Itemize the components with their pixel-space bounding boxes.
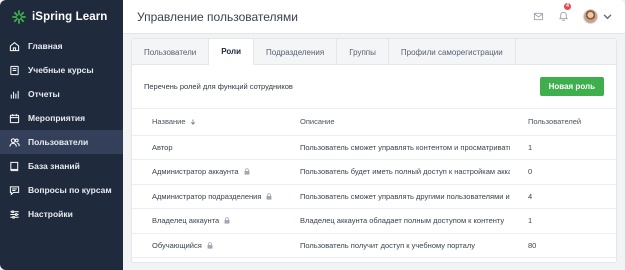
role-description: Владелец аккаунта обладает полным доступ… <box>282 208 510 234</box>
avatar <box>583 9 598 24</box>
tab-groups[interactable]: Группы <box>337 39 389 65</box>
bar-chart-icon <box>10 90 19 99</box>
sidebar-item-home[interactable]: Главная <box>0 34 123 58</box>
ispring-logo-icon <box>12 10 26 24</box>
tab-bar: Пользователи Роли Подразделения Группы П… <box>132 39 616 65</box>
lock-icon <box>207 242 213 249</box>
sidebar-item-reports[interactable]: Отчеты <box>0 82 123 106</box>
mail-icon[interactable] <box>533 11 544 22</box>
column-header-name[interactable]: Название <box>132 109 282 136</box>
role-description-text: Владелец аккаунта обладает полным доступ… <box>300 216 505 226</box>
sidebar-item-course-questions[interactable]: Вопросы по курсам <box>0 178 123 202</box>
tab-roles[interactable]: Роли <box>209 39 255 65</box>
chevron-down-icon <box>603 14 612 20</box>
column-header-label: Название <box>152 117 186 127</box>
role-description-text: Пользователь получит доступ к учебному п… <box>300 240 475 250</box>
role-name: Обучающийся <box>132 233 282 258</box>
chat-icon <box>9 185 20 195</box>
brand-name: iSpring Learn <box>32 11 108 23</box>
top-bar-actions: 4 <box>533 2 613 26</box>
table-row[interactable]: Обучающийся Пользователь получит доступ … <box>132 233 616 258</box>
role-description: Пользователь будет иметь полный доступ к… <box>282 159 510 185</box>
users-icon <box>9 137 20 147</box>
role-description-text: Пользователь сможет управлять контентом … <box>300 142 510 152</box>
role-description: Пользователь получит доступ к учебному п… <box>282 233 510 258</box>
role-name: Владелец аккаунта <box>132 208 282 234</box>
role-name-text: Автор <box>152 142 173 152</box>
page-title: Управление пользователями <box>137 9 298 24</box>
sidebar-item-knowledge-base[interactable]: База знаний <box>0 154 123 178</box>
top-bar: Управление пользователями 4 <box>123 0 625 34</box>
table-header-row: Название Описание Пользователей <box>132 109 616 136</box>
role-user-count: 1 <box>510 208 616 234</box>
sidebar-item-label: Мероприятия <box>28 113 86 123</box>
table-row[interactable]: Администратор аккаунта Пользователь буде… <box>132 159 616 185</box>
book-icon <box>10 65 19 75</box>
new-role-button[interactable]: Новая роль <box>539 77 604 96</box>
role-user-count: 1 <box>510 135 616 160</box>
sidebar-item-label: Вопросы по курсам <box>28 185 112 195</box>
role-name-text: Обучающийся <box>152 240 202 250</box>
role-description: Пользователь сможет управлять другими по… <box>282 184 510 209</box>
role-description: Пользователь сможет управлять контентом … <box>282 135 510 160</box>
home-icon <box>9 41 20 51</box>
tab-label: Пользователи <box>144 47 197 57</box>
sliders-icon <box>10 209 19 219</box>
sidebar-item-label: База знаний <box>28 161 80 171</box>
sidebar-nav: Главная Учебные курсы Отчеты Мероприятия… <box>0 34 123 226</box>
sidebar-item-label: Пользователи <box>28 137 89 147</box>
role-description-text: Пользователь сможет управлять другими по… <box>300 191 510 201</box>
roles-description: Перечень ролей для функций сотрудников <box>144 82 293 91</box>
sidebar: iSpring Learn Главная Учебные курсы Отче… <box>0 0 123 270</box>
column-header-description: Описание <box>282 109 510 136</box>
role-name: Администратор подразделения <box>132 184 282 209</box>
notifications-button[interactable]: 4 <box>558 2 571 26</box>
tab-label: Группы <box>349 47 376 57</box>
sidebar-item-events[interactable]: Мероприятия <box>0 106 123 130</box>
sidebar-item-settings[interactable]: Настройки <box>0 202 123 226</box>
table-row[interactable]: Автор Пользователь сможет управлять конт… <box>132 135 616 160</box>
role-name-text: Администратор аккаунта <box>152 167 239 177</box>
column-header-label: Пользователей <box>528 117 582 127</box>
tab-users[interactable]: Пользователи <box>132 39 210 65</box>
user-menu[interactable] <box>583 9 613 24</box>
calendar-icon <box>9 113 20 123</box>
column-header-users: Пользователей <box>510 109 616 136</box>
sidebar-item-label: Учебные курсы <box>28 65 94 75</box>
lock-icon <box>244 168 250 175</box>
tab-departments[interactable]: Подразделения <box>254 39 338 65</box>
notification-badge: 4 <box>564 2 571 10</box>
bell-icon <box>558 11 569 21</box>
sidebar-item-label: Настройки <box>28 209 73 219</box>
role-name-text: Администратор подразделения <box>152 191 262 201</box>
role-description-text: Пользователь будет иметь полный доступ к… <box>300 167 510 177</box>
table-row[interactable]: Владелец аккаунта Владелец аккаунта обла… <box>132 208 616 234</box>
tab-label: Профили саморегистрации <box>400 47 503 57</box>
role-name: Администратор аккаунта <box>132 159 282 185</box>
sort-down-icon <box>190 119 195 126</box>
app-window: iSpring Learn Главная Учебные курсы Отче… <box>0 0 625 270</box>
role-name: Автор <box>132 135 282 160</box>
roles-toolbar: Перечень ролей для функций сотрудников Н… <box>132 65 616 109</box>
tab-self-registration-profiles[interactable]: Профили саморегистрации <box>389 39 516 65</box>
sidebar-item-courses[interactable]: Учебные курсы <box>0 58 123 82</box>
role-user-count: 4 <box>510 184 616 209</box>
roles-table: Название Описание Пользователей Автор По… <box>132 109 616 258</box>
brand[interactable]: iSpring Learn <box>0 0 123 34</box>
lock-icon <box>266 193 272 200</box>
sidebar-item-label: Отчеты <box>28 89 60 99</box>
sidebar-item-label: Главная <box>28 41 63 51</box>
column-header-label: Описание <box>300 117 335 127</box>
tab-label: Роли <box>221 47 242 56</box>
lock-icon <box>224 217 230 224</box>
book-open-icon <box>10 161 19 171</box>
roles-panel: Пользователи Роли Подразделения Группы П… <box>131 38 617 263</box>
role-name-text: Владелец аккаунта <box>152 216 220 226</box>
sidebar-item-users[interactable]: Пользователи <box>0 130 123 154</box>
tab-label: Подразделения <box>266 47 325 57</box>
role-user-count: 80 <box>510 233 616 258</box>
table-row[interactable]: Администратор подразделения Пользователь… <box>132 184 616 209</box>
role-user-count: 0 <box>510 159 616 185</box>
